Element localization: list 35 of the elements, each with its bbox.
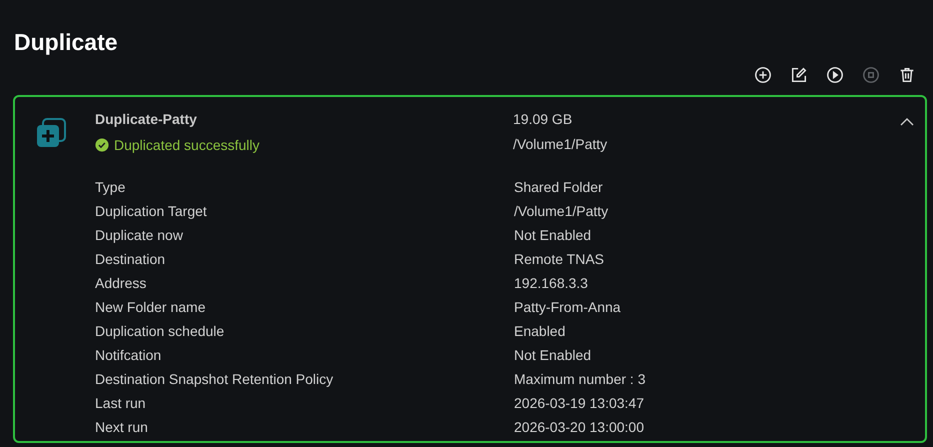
- detail-label: Duplication schedule: [95, 323, 226, 339]
- detail-value: Shared Folder: [514, 178, 603, 196]
- task-card[interactable]: [13, 95, 927, 443]
- detail-value: Patty-From-Anna: [514, 298, 621, 316]
- detail-label: Duplication Target: [95, 203, 208, 219]
- detail-label: New Folder name: [95, 299, 206, 315]
- detail-value: Enabled: [514, 322, 566, 340]
- success-icon: [95, 138, 109, 152]
- detail-value: Not Enabled: [514, 226, 592, 244]
- detail-label: Next run: [95, 419, 149, 435]
- status-text: Duplicated successfully: [114, 136, 260, 154]
- detail-value: 2026-03-20 13:00:00: [514, 418, 644, 436]
- detail-value: Remote TNAS: [514, 250, 604, 268]
- folder-add-icon: [35, 117, 67, 149]
- detail-label: Last run: [95, 395, 147, 411]
- detail-label: Address: [95, 275, 148, 291]
- detail-label: Destination Snapshot Retention Policy: [95, 371, 334, 387]
- edit-icon[interactable]: [790, 66, 808, 84]
- detail-label: Duplicate now: [95, 227, 184, 243]
- detail-label: Type: [95, 179, 126, 195]
- detail-label: Notifcation: [95, 347, 162, 363]
- detail-value: 192.168.3.3: [514, 274, 588, 292]
- detail-value: 2026-03-19 13:03:47: [514, 394, 644, 412]
- delete-icon[interactable]: [898, 66, 916, 84]
- play-icon[interactable]: [826, 66, 844, 84]
- detail-label: Destination: [95, 251, 166, 267]
- task-path: /Volume1/Patty: [513, 135, 608, 153]
- detail-value: Maximum number : 3: [514, 370, 646, 388]
- task-size: 19.09 GB: [513, 110, 574, 128]
- collapse-icon[interactable]: [900, 117, 914, 127]
- add-icon[interactable]: [754, 66, 772, 84]
- task-name: Duplicate-Patty: [95, 110, 198, 128]
- page-title: Duplicate: [13, 28, 119, 56]
- detail-value: /Volume1/Patty: [514, 202, 608, 220]
- detail-value: Not Enabled: [514, 346, 592, 364]
